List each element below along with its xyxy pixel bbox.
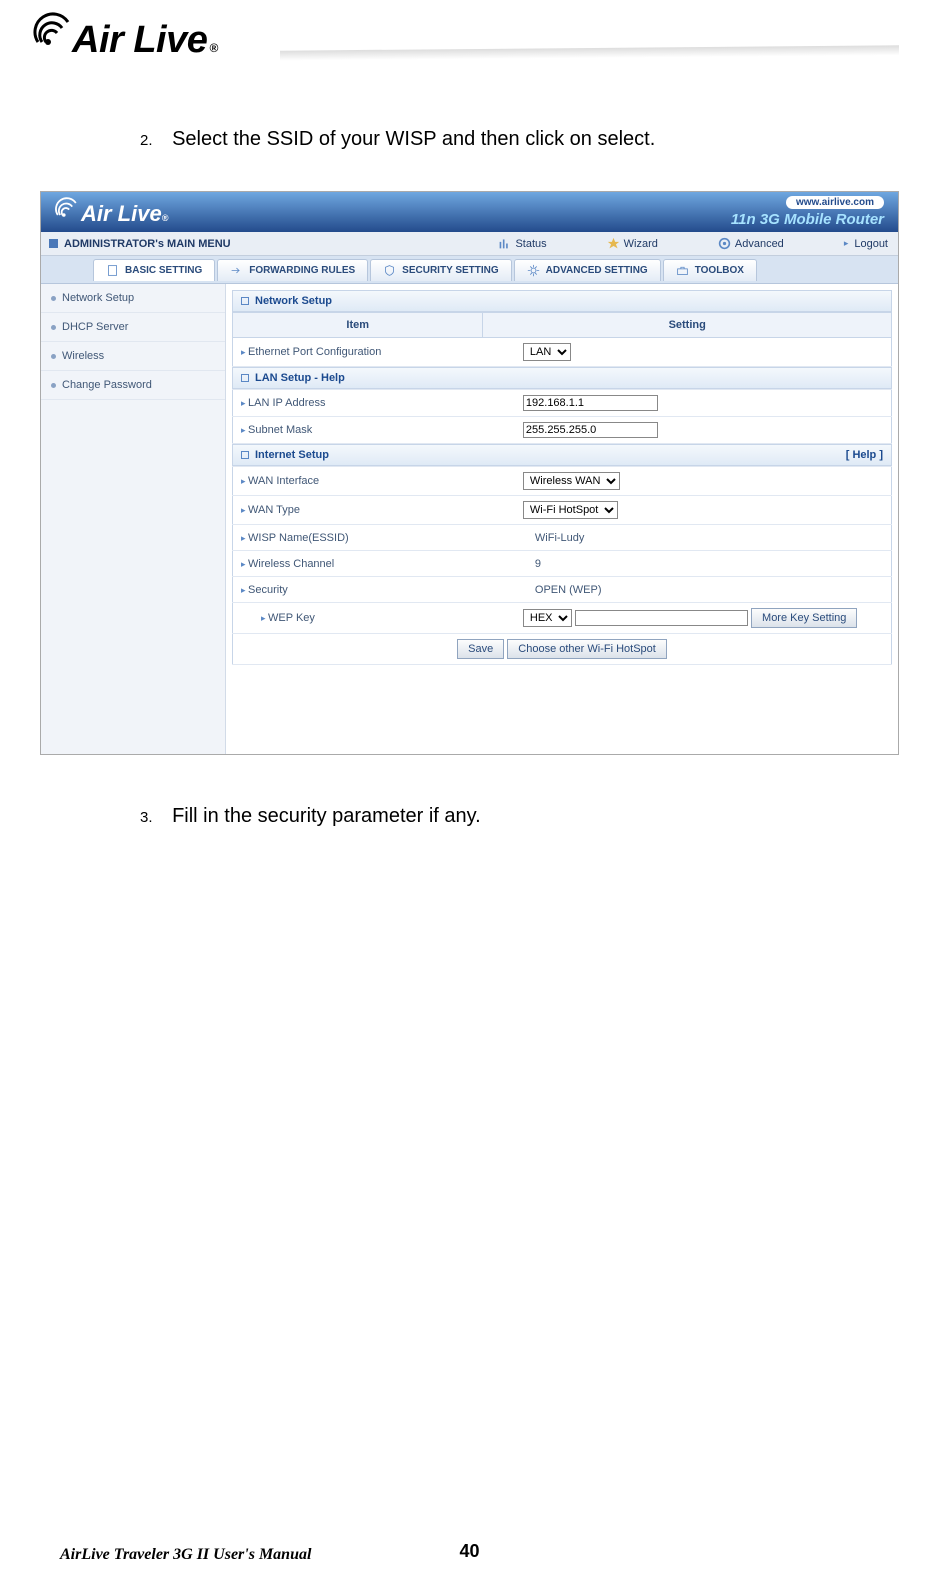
manual-title: AirLive Traveler 3G II User's Manual bbox=[60, 1546, 311, 1564]
choose-hotspot-button[interactable]: Choose other Wi-Fi HotSpot bbox=[507, 639, 667, 659]
network-table: Item Setting Ethernet Port Configuration… bbox=[232, 312, 892, 367]
router-brand-tm: ® bbox=[162, 213, 169, 223]
wifi-arc-icon bbox=[30, 12, 70, 62]
tab-bar: BASIC SETTING FORWARDING RULES SECURITY … bbox=[41, 256, 898, 284]
section-icon bbox=[241, 297, 249, 305]
wepkey-type-select[interactable]: HEX bbox=[523, 609, 572, 627]
bullet-icon bbox=[51, 354, 56, 359]
wan-interface-select[interactable]: Wireless WAN bbox=[523, 472, 620, 490]
section-lan-setup: LAN Setup - Help bbox=[232, 367, 892, 389]
doc-icon bbox=[106, 264, 119, 277]
row-channel-value: 9 bbox=[483, 551, 892, 577]
router-brand-logo: Air Live ® bbox=[53, 197, 168, 227]
nav-wizard[interactable]: Wizard bbox=[607, 237, 658, 250]
row-security-value: OPEN (WEP) bbox=[483, 577, 892, 603]
section-icon bbox=[241, 451, 249, 459]
row-security-label: Security bbox=[233, 577, 483, 603]
row-wanif-label: WAN Interface bbox=[233, 467, 483, 496]
advanced-icon bbox=[718, 237, 731, 250]
row-wisp-value: WiFi-Ludy bbox=[483, 525, 892, 551]
sidebar: Network Setup DHCP Server Wireless Chang… bbox=[41, 284, 226, 754]
bullet-icon bbox=[51, 383, 56, 388]
wizard-icon bbox=[607, 237, 620, 250]
instruction-3-number: 3. bbox=[140, 809, 153, 826]
admin-menu-bar: ADMINISTRATOR's MAIN MENU Status Wizard … bbox=[41, 232, 898, 256]
row-eth-label: Ethernet Port Configuration bbox=[233, 338, 483, 367]
wifi-arc-icon bbox=[53, 197, 77, 227]
internet-table: WAN Interface Wireless WAN WAN Type Wi-F… bbox=[232, 466, 892, 665]
gear-icon bbox=[527, 264, 540, 277]
tab-security[interactable]: SECURITY SETTING bbox=[370, 259, 512, 281]
logo-trademark: ® bbox=[209, 41, 217, 55]
shield-icon bbox=[383, 264, 396, 277]
router-brand-text: Air Live bbox=[81, 201, 162, 227]
menu-bullet-icon bbox=[49, 239, 58, 248]
lan-ip-input[interactable] bbox=[523, 395, 658, 411]
sidebar-item-dhcp[interactable]: DHCP Server bbox=[41, 313, 225, 342]
forward-icon bbox=[230, 264, 243, 277]
row-channel-label: Wireless Channel bbox=[233, 551, 483, 577]
tab-forwarding[interactable]: FORWARDING RULES bbox=[217, 259, 368, 281]
nav-advanced[interactable]: Advanced bbox=[718, 237, 784, 250]
nav-status[interactable]: Status bbox=[498, 237, 546, 250]
lan-table: LAN IP Address Subnet Mask bbox=[232, 389, 892, 444]
sidebar-item-network-setup[interactable]: Network Setup bbox=[41, 284, 225, 313]
more-key-button[interactable]: More Key Setting bbox=[751, 608, 857, 628]
col-setting: Setting bbox=[483, 313, 892, 338]
instruction-2: 2. Select the SSID of your WISP and then… bbox=[0, 128, 939, 151]
status-icon bbox=[498, 237, 511, 250]
router-tagline: 11n 3G Mobile Router bbox=[731, 211, 884, 228]
tab-basic-setting[interactable]: BASIC SETTING bbox=[93, 259, 215, 281]
wepkey-input[interactable] bbox=[575, 610, 748, 626]
nav-logout[interactable]: ▸ Logout bbox=[844, 238, 888, 250]
section-network-setup: Network Setup bbox=[232, 290, 892, 312]
instruction-2-number: 2. bbox=[140, 132, 153, 149]
main-panel: Network Setup Item Setting Ethernet Port… bbox=[226, 284, 898, 754]
sidebar-item-change-password[interactable]: Change Password bbox=[41, 371, 225, 400]
row-wepkey-label: WEP Key bbox=[233, 603, 483, 634]
bullet-icon bbox=[51, 296, 56, 301]
page-header: Air Live ® bbox=[0, 0, 939, 68]
subnet-input[interactable] bbox=[523, 422, 658, 438]
help-link[interactable]: [ Help ] bbox=[846, 449, 883, 461]
tab-toolbox[interactable]: TOOLBOX bbox=[663, 259, 757, 281]
instruction-3-text: Fill in the security parameter if any. bbox=[172, 805, 481, 827]
toolbox-icon bbox=[676, 264, 689, 277]
save-button[interactable]: Save bbox=[457, 639, 504, 659]
instruction-3: 3. Fill in the security parameter if any… bbox=[0, 805, 939, 828]
row-subnet-label: Subnet Mask bbox=[233, 417, 483, 444]
col-item: Item bbox=[233, 313, 483, 338]
sidebar-item-wireless[interactable]: Wireless bbox=[41, 342, 225, 371]
router-url-pill[interactable]: www.airlive.com bbox=[786, 196, 884, 209]
row-wisp-label: WISP Name(ESSID) bbox=[233, 525, 483, 551]
wan-type-select[interactable]: Wi-Fi HotSpot bbox=[523, 501, 618, 519]
tab-advanced-setting[interactable]: ADVANCED SETTING bbox=[514, 259, 661, 281]
chevron-right-icon: ▸ bbox=[844, 238, 849, 249]
router-ui-screenshot: Air Live ® www.airlive.com 11n 3G Mobile… bbox=[40, 191, 899, 755]
section-internet-setup: Internet Setup [ Help ] bbox=[232, 444, 892, 466]
instruction-2-text: Select the SSID of your WISP and then cl… bbox=[172, 128, 655, 150]
logo-text: Air Live bbox=[72, 19, 207, 62]
row-wantype-label: WAN Type bbox=[233, 496, 483, 525]
router-top-banner: Air Live ® www.airlive.com 11n 3G Mobile… bbox=[41, 192, 898, 232]
bullet-icon bbox=[51, 325, 56, 330]
admin-menu-title: ADMINISTRATOR's MAIN MENU bbox=[64, 238, 231, 250]
eth-port-select[interactable]: LAN bbox=[523, 343, 571, 361]
row-lanip-label: LAN IP Address bbox=[233, 390, 483, 417]
section-icon bbox=[241, 374, 249, 382]
